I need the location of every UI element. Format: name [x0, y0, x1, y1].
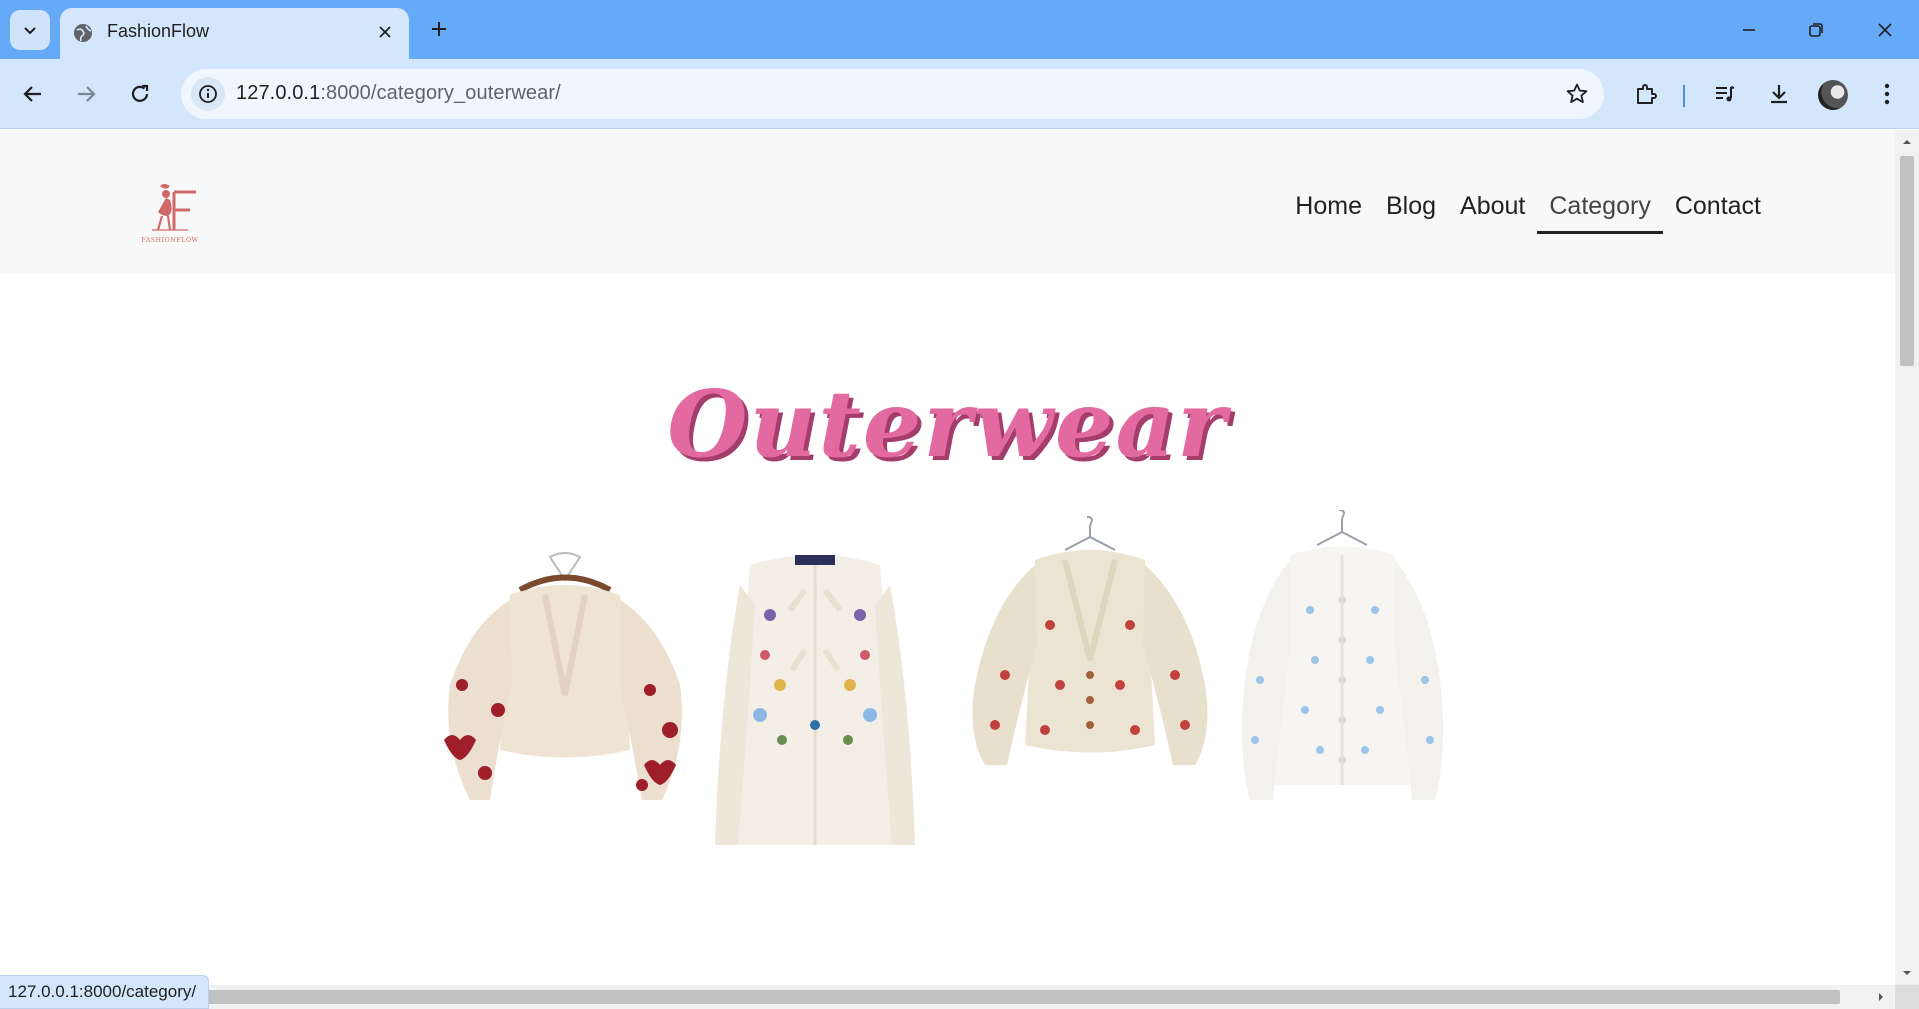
url-path: :8000/category_outerwear/: [320, 82, 561, 104]
restore-icon: [1809, 23, 1823, 37]
product-image-4[interactable]: white cardigan with blue stars: [1235, 510, 1450, 820]
close-tab-button[interactable]: [373, 20, 397, 44]
browser-toolbar: 127.0.0.1:8000/category_outerwear/: [0, 59, 1919, 129]
close-icon: [1878, 23, 1892, 37]
star-icon: [1566, 83, 1588, 103]
close-window-button[interactable]: [1862, 10, 1908, 50]
scroll-up-icon[interactable]: [1901, 136, 1913, 148]
tab-title: FashionFlow: [107, 21, 210, 41]
horizontal-scroll-thumb[interactable]: [200, 990, 1840, 1004]
nav-home[interactable]: Home: [1283, 186, 1374, 236]
nav-about[interactable]: About: [1448, 186, 1537, 236]
minimize-icon: [1743, 29, 1755, 31]
new-tab-button[interactable]: [425, 15, 453, 43]
product-image-1[interactable]: cream cardigan with red hearts: [440, 545, 690, 845]
forward-button[interactable]: [67, 75, 105, 113]
back-button[interactable]: [14, 75, 52, 113]
url-host: 127.0.0.1: [236, 82, 321, 104]
reload-icon: [131, 84, 149, 102]
vertical-scrollbar[interactable]: [1895, 130, 1919, 985]
section-title: Outerwear: [667, 370, 1228, 478]
reload-button[interactable]: [121, 75, 159, 113]
vertical-scroll-thumb[interactable]: [1900, 156, 1914, 366]
tab-search-button[interactable]: [10, 10, 50, 50]
toolbar-separator: [1683, 85, 1685, 107]
product-grid: cream cardigan with red hearts ivory car…: [440, 485, 1450, 955]
main-nav: Home Blog About Category Contact: [1283, 186, 1773, 236]
browser-tab-bar: FashionFlow: [0, 0, 1919, 59]
close-icon: [379, 26, 391, 38]
media-controls-button[interactable]: [1706, 75, 1744, 113]
product-image-2[interactable]: ivory cardigan with floral embroidery an…: [710, 545, 920, 865]
scroll-down-icon[interactable]: [1901, 967, 1913, 979]
logo-text: FASHIONFLOW: [141, 237, 198, 244]
globe-icon: [74, 24, 92, 42]
bookmark-button[interactable]: [1564, 81, 1590, 107]
product-image-3[interactable]: beige cardigan with embroidered flowers: [965, 515, 1215, 815]
arrow-left-icon: [23, 86, 41, 102]
puzzle-icon: [1637, 84, 1657, 104]
restore-button[interactable]: [1793, 10, 1839, 50]
arrow-right-icon: [78, 86, 96, 102]
extensions-button[interactable]: [1627, 75, 1665, 113]
more-vertical-icon: [1884, 83, 1890, 105]
scrollbar-corner: [1895, 985, 1919, 1009]
chevron-down-icon: [24, 27, 36, 35]
page-viewport: FASHIONFLOW Home Blog About Category Con…: [0, 130, 1895, 985]
profile-avatar[interactable]: [1818, 80, 1848, 110]
scroll-right-icon[interactable]: [1875, 991, 1887, 1003]
info-icon: [199, 85, 217, 103]
site-info-button[interactable]: [191, 77, 225, 111]
downloads-button[interactable]: [1760, 75, 1798, 113]
fashionflow-logo[interactable]: FASHIONFLOW: [130, 172, 210, 244]
url-text: 127.0.0.1:8000/category_outerwear/: [236, 82, 561, 105]
nav-contact[interactable]: Contact: [1663, 186, 1773, 236]
horizontal-scrollbar[interactable]: [0, 985, 1895, 1009]
status-bubble: 127.0.0.1:8000/category/: [0, 975, 210, 1009]
address-bar[interactable]: 127.0.0.1:8000/category_outerwear/: [181, 69, 1604, 119]
playlist-music-icon: [1716, 86, 1735, 102]
menu-button[interactable]: [1868, 75, 1906, 113]
plus-icon: [432, 22, 446, 36]
nav-blog[interactable]: Blog: [1374, 186, 1448, 236]
nav-category[interactable]: Category: [1537, 186, 1664, 236]
download-icon: [1771, 85, 1787, 104]
minimize-button[interactable]: [1726, 10, 1772, 50]
site-header: FASHIONFLOW Home Blog About Category Con…: [0, 130, 1895, 274]
browser-tab[interactable]: FashionFlow: [60, 8, 409, 59]
